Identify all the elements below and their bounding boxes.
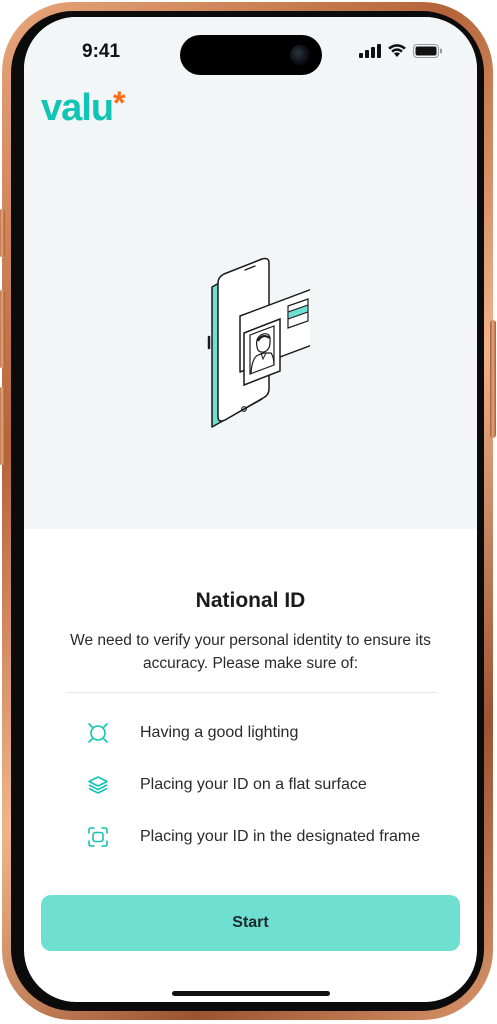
phone-frame: 9:41 valu* National ID We need to verify… xyxy=(0,2,496,1020)
power-button xyxy=(490,320,496,438)
camera-icon xyxy=(290,45,310,65)
action-button xyxy=(0,209,5,257)
tip-label: Placing your ID in the designated frame xyxy=(140,828,421,845)
valu-logo: valu* xyxy=(41,85,126,129)
dynamic-island xyxy=(180,35,322,75)
phone-id-card-illustration xyxy=(207,257,310,428)
cellular-signal-icon xyxy=(359,43,381,58)
volume-down-button xyxy=(0,387,5,465)
illustration-area: 9:41 valu* xyxy=(24,17,477,529)
page-title: National ID xyxy=(195,589,306,612)
status-bar: 9:41 xyxy=(24,17,477,77)
tip-item-designated-frame: Placing your ID in the designated frame xyxy=(86,822,420,852)
battery-icon xyxy=(413,43,442,58)
tip-item-flat-surface: Placing your ID on a flat surface xyxy=(86,770,367,800)
page-description: We need to verify your personal identity… xyxy=(70,632,431,672)
wifi-icon xyxy=(388,44,406,57)
volume-up-button xyxy=(0,290,5,368)
tip-label: Placing your ID on a flat surface xyxy=(140,776,367,793)
divider xyxy=(66,692,436,693)
screen: 9:41 valu* National ID We need to verify… xyxy=(24,17,477,1002)
status-icons xyxy=(359,43,443,58)
lighting-icon xyxy=(86,721,110,745)
home-indicator[interactable] xyxy=(172,991,330,996)
tip-label: Having a good lighting xyxy=(140,724,299,741)
status-time: 9:41 xyxy=(82,41,121,62)
frame-scan-icon xyxy=(86,825,110,849)
layers-icon xyxy=(86,773,110,797)
start-button[interactable]: Start xyxy=(41,895,460,951)
tip-item-lighting: Having a good lighting xyxy=(86,718,298,748)
